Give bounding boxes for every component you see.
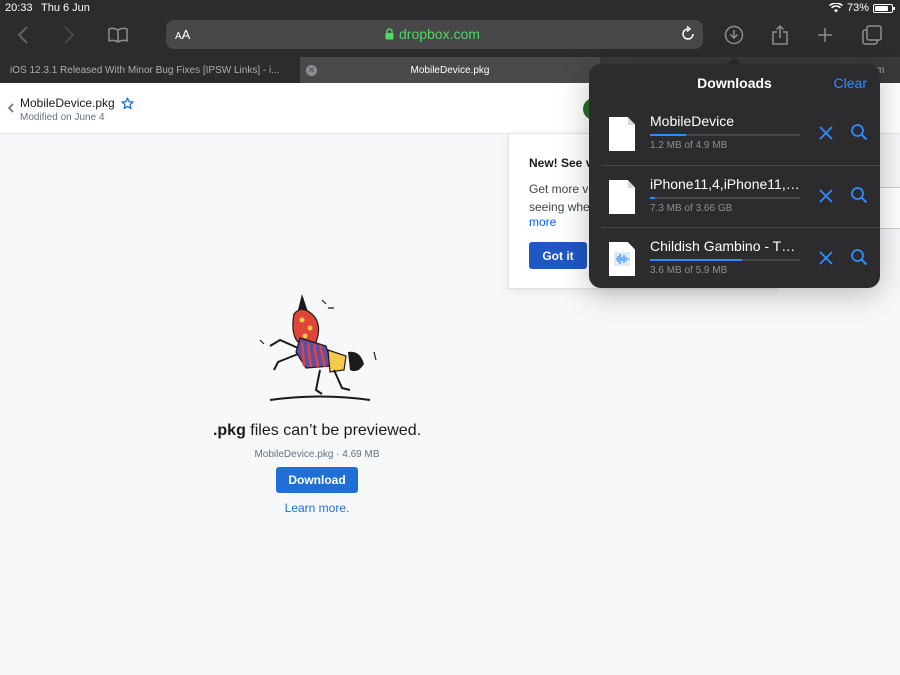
- bookmarks-button[interactable]: [107, 24, 129, 46]
- status-right: 73%: [828, 2, 895, 14]
- download-progress: [650, 197, 800, 199]
- download-item[interactable]: MobileDevice 1.2 MB of 4.9 MB: [589, 103, 880, 165]
- tabs-overview-button[interactable]: [861, 24, 883, 46]
- waveform-icon: [614, 252, 630, 266]
- download-name: iPhone11,4,iPhone11,6...: [650, 176, 800, 192]
- show-in-files-icon[interactable]: [850, 186, 868, 204]
- side-input-box[interactable]: [878, 187, 900, 229]
- downloads-popover: Downloads Clear MobileDevice 1.2 MB of 4…: [589, 64, 880, 288]
- download-progress: [650, 259, 800, 261]
- clear-downloads-button[interactable]: Clear: [834, 75, 867, 91]
- url-display[interactable]: dropbox.com: [385, 26, 480, 42]
- download-size: 3.6 MB of 5.9 MB: [650, 265, 728, 276]
- file-extension: .pkg: [212, 422, 246, 439]
- share-button[interactable]: [769, 24, 791, 46]
- download-size: 1.2 MB of 4.9 MB: [650, 140, 728, 151]
- cancel-download-icon[interactable]: [817, 249, 835, 267]
- show-in-files-icon[interactable]: [850, 248, 868, 266]
- downloads-button[interactable]: [723, 24, 745, 46]
- card-title: New! See v: [529, 156, 593, 170]
- star-icon[interactable]: [121, 96, 134, 110]
- download-button[interactable]: Download: [276, 467, 358, 493]
- wifi-icon: [828, 3, 843, 13]
- back-button[interactable]: [12, 24, 34, 46]
- file-title-row: MobileDevice.pkg: [20, 96, 134, 110]
- back-chevron-icon[interactable]: [6, 101, 16, 115]
- status-bar: 20:33 Thu 6 Jun 73%: [0, 0, 900, 16]
- close-tab-icon[interactable]: ✕: [306, 65, 317, 76]
- unicorn-illustration: [259, 294, 377, 401]
- battery-icon: [873, 3, 895, 13]
- file-meta: MobileDevice.pkg · 4.69 MB: [254, 449, 380, 460]
- learn-more-link[interactable]: Learn more.: [0, 501, 634, 515]
- download-item[interactable]: iPhone11,4,iPhone11,6... 7.3 MB of 3.66 …: [601, 165, 880, 227]
- modified-date: Modified on June 4: [20, 112, 105, 123]
- preview-message-text: files can’t be previewed.: [245, 422, 422, 439]
- cancel-download-icon[interactable]: [817, 124, 835, 142]
- forward-button[interactable]: [58, 24, 80, 46]
- lock-icon: [385, 28, 394, 40]
- show-in-files-icon[interactable]: [850, 123, 868, 141]
- status-date: Thu 6 Jun: [41, 2, 90, 14]
- chevron-left-icon: [17, 26, 28, 44]
- document-icon: [609, 117, 635, 151]
- battery-percent: 73%: [846, 2, 869, 14]
- audio-file-icon: [609, 242, 635, 276]
- tab-mobiledevice[interactable]: MobileDevice.pkg: [300, 57, 600, 83]
- got-it-button[interactable]: Got it: [529, 242, 587, 269]
- tab-ios-news[interactable]: iOS 12.3.1 Released With Minor Bug Fixes…: [0, 57, 300, 83]
- document-icon: [609, 180, 635, 214]
- share-icon: [772, 25, 788, 45]
- address-bar[interactable]: AA dropbox.com: [166, 20, 703, 49]
- reload-icon[interactable]: [679, 25, 697, 43]
- download-size: 7.3 MB of 3.66 GB: [650, 203, 733, 214]
- url-text: dropbox.com: [399, 26, 480, 42]
- download-item[interactable]: Childish Gambino - Th... 3.6 MB of 5.9 M…: [601, 227, 880, 288]
- file-name: MobileDevice.pkg: [20, 96, 115, 110]
- book-icon: [108, 27, 128, 43]
- browser-toolbar: 20:33 Thu 6 Jun 73% AA dropbox.com: [0, 0, 900, 57]
- text-size-button[interactable]: AA: [175, 27, 190, 42]
- status-time: 20:33: [5, 2, 33, 14]
- cancel-download-icon[interactable]: [817, 187, 835, 205]
- plus-icon: [818, 28, 832, 42]
- new-tab-button[interactable]: [814, 24, 836, 46]
- tabs-icon: [862, 25, 882, 45]
- download-progress: [650, 134, 800, 136]
- chevron-right-icon: [64, 26, 75, 44]
- download-icon: [724, 25, 744, 45]
- download-name: Childish Gambino - Th...: [650, 238, 800, 254]
- card-more-link[interactable]: more: [529, 215, 556, 229]
- download-name: MobileDevice: [650, 113, 735, 129]
- preview-unavailable-message: .pkg files can’t be previewed.: [0, 422, 634, 440]
